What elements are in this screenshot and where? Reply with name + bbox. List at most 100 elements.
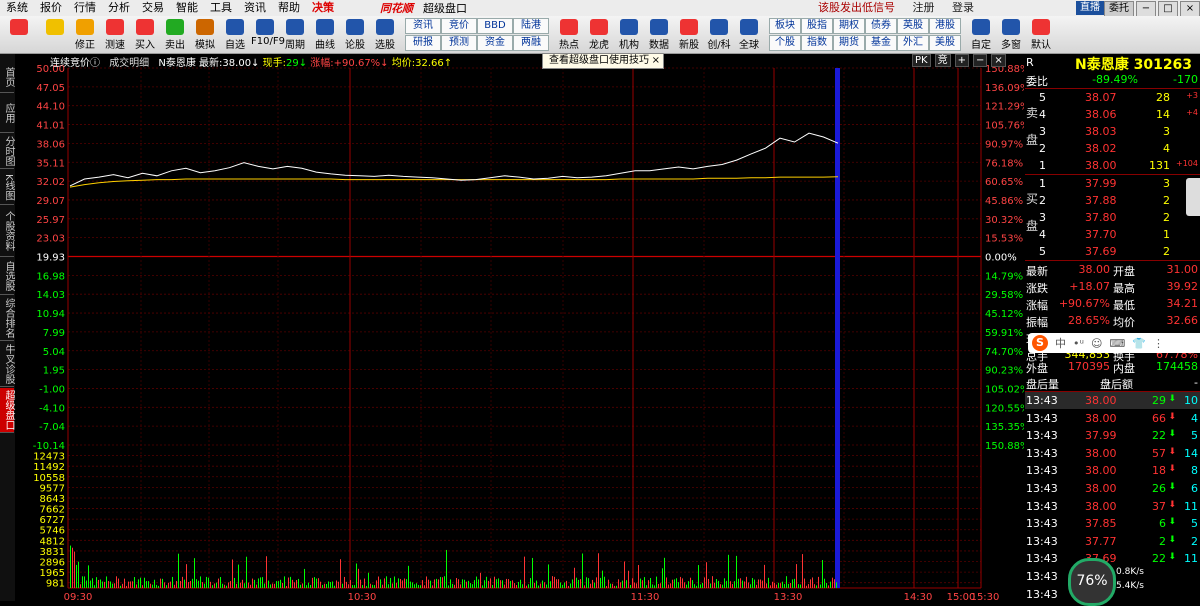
- ask-price[interactable]: 38.03: [1085, 125, 1117, 138]
- left-tab-4[interactable]: 个股资料: [0, 206, 14, 257]
- tip-close-icon[interactable]: ×: [652, 54, 660, 68]
- left-tab-1[interactable]: 应用: [0, 94, 14, 133]
- toolbar-button-mid-1[interactable]: 龙虎: [585, 19, 613, 51]
- menu-item-4[interactable]: 交易: [136, 0, 170, 16]
- toolbar-button-main-5[interactable]: 卖出: [161, 19, 189, 51]
- grid-top-0[interactable]: 资讯: [405, 18, 441, 34]
- time-cursor[interactable]: [835, 68, 840, 588]
- ime-toolbar[interactable]: S 中 •ᵘ ☺ ⌨ 👕 ⋮: [1028, 333, 1200, 353]
- bid-price[interactable]: 37.80: [1085, 211, 1117, 224]
- grid2-top-0[interactable]: 板块: [769, 18, 801, 34]
- toolbar-button-main-9[interactable]: 周期: [281, 19, 309, 51]
- auction-button[interactable]: 竞: [934, 54, 951, 67]
- grid2-bottom-5[interactable]: 美股: [929, 35, 961, 51]
- minimize-icon[interactable]: −: [1136, 1, 1156, 17]
- grid2-bottom-0[interactable]: 个股: [769, 35, 801, 51]
- close-icon[interactable]: ×: [1180, 1, 1200, 17]
- menu-item-9[interactable]: 决策: [306, 0, 340, 16]
- left-tab-5[interactable]: 自选股: [0, 258, 14, 295]
- left-tab-7[interactable]: 牛叉诊股: [0, 342, 14, 387]
- ime-item-0[interactable]: 中: [1055, 335, 1066, 351]
- toolbar-button-mid-3[interactable]: 数据: [645, 19, 673, 51]
- menu-item-8[interactable]: 帮助: [272, 0, 306, 16]
- toolbar-button-main-1[interactable]: [41, 19, 69, 36]
- menu-item-3[interactable]: 分析: [102, 0, 136, 16]
- toolbar-button-right-2[interactable]: 默认: [1027, 19, 1055, 51]
- menu-item-0[interactable]: 系统: [0, 0, 34, 16]
- grid2-top-3[interactable]: 债券: [865, 18, 897, 34]
- menu-item-7[interactable]: 资讯: [238, 0, 272, 16]
- left-tab-2[interactable]: 分时图: [0, 134, 14, 169]
- usage-tip-banner[interactable]: 查看超级盘口使用技巧 ×: [542, 53, 664, 69]
- grid-top-1[interactable]: 竞价: [441, 18, 477, 34]
- toolbar-button-main-11[interactable]: 论股: [341, 19, 369, 51]
- ime-item-2[interactable]: ☺: [1091, 337, 1102, 350]
- toolbar-button-main-2[interactable]: 修正: [71, 19, 99, 51]
- deal-detail-link[interactable]: 成交明细: [109, 58, 149, 69]
- bid-price[interactable]: 37.88: [1085, 194, 1117, 207]
- toolbar-button-mid-2[interactable]: 机构: [615, 19, 643, 51]
- grid-bottom-1[interactable]: 预测: [441, 35, 477, 51]
- ime-item-1[interactable]: •ᵘ: [1073, 337, 1084, 350]
- ask-price[interactable]: 38.02: [1085, 142, 1117, 155]
- ime-item-5[interactable]: ⋮: [1153, 337, 1164, 350]
- ask-price[interactable]: 38.00: [1085, 159, 1117, 172]
- toolbar-button-main-3[interactable]: 测速: [101, 19, 129, 51]
- grid-bottom-2[interactable]: 资金: [477, 35, 513, 51]
- toolbar-button-mid-6[interactable]: 全球: [735, 19, 763, 51]
- memory-gauge[interactable]: 76%: [1068, 558, 1116, 606]
- toolbar-button-main-6[interactable]: 模拟: [191, 19, 219, 51]
- side-expand-icon[interactable]: [1186, 178, 1200, 216]
- grid2-bottom-2[interactable]: 期货: [833, 35, 865, 51]
- ask-price[interactable]: 38.07: [1085, 91, 1117, 104]
- bid-price[interactable]: 37.99: [1085, 177, 1117, 190]
- toolbar-button-mid-0[interactable]: 热点: [555, 19, 583, 51]
- menu-item-2[interactable]: 行情: [68, 0, 102, 16]
- menu-item-1[interactable]: 报价: [34, 0, 68, 16]
- ime-item-4[interactable]: 👕: [1132, 337, 1146, 350]
- signal-notice[interactable]: 该股发出低信号: [818, 1, 895, 14]
- grid2-top-4[interactable]: 英股: [897, 18, 929, 34]
- toolbar-button-right-0[interactable]: 自定: [967, 19, 995, 51]
- grid2-bottom-3[interactable]: 基金: [865, 35, 897, 51]
- live-button[interactable]: 直播: [1076, 1, 1104, 15]
- toolbar-button-main-8[interactable]: F10/F9: [251, 19, 285, 47]
- left-tab-6[interactable]: 综合排名: [0, 296, 14, 341]
- toolbar-button-main-7[interactable]: 自选: [221, 19, 249, 51]
- intraday-chart[interactable]: 50.00150.88%47.05136.09%44.10121.29%41.0…: [16, 54, 1024, 601]
- left-tab-8[interactable]: 超级盘口: [0, 388, 14, 433]
- toolbar-button-right-1[interactable]: 多窗: [997, 19, 1025, 51]
- grid-top-2[interactable]: BBD: [477, 18, 513, 34]
- left-tab-3[interactable]: K线图: [0, 170, 14, 205]
- toolbar-button-mid-4[interactable]: 新股: [675, 19, 703, 51]
- toolbar-button-main-4[interactable]: 买入: [131, 19, 159, 51]
- ime-logo-icon[interactable]: S: [1032, 335, 1048, 351]
- bid-price[interactable]: 37.70: [1085, 228, 1117, 241]
- toolbar-button-main-12[interactable]: 选股: [371, 19, 399, 51]
- toolbar-button-main-10[interactable]: 曲线: [311, 19, 339, 51]
- toolbar-button-mid-5[interactable]: 创/科: [705, 19, 733, 51]
- grid2-bottom-4[interactable]: 外汇: [897, 35, 929, 51]
- grid2-bottom-1[interactable]: 指数: [801, 35, 833, 51]
- menu-item-5[interactable]: 智能: [170, 0, 204, 16]
- pk-button[interactable]: PK: [912, 54, 931, 67]
- toolbar-button-main-0[interactable]: [5, 19, 33, 36]
- grid-bottom-0[interactable]: 研报: [405, 35, 441, 51]
- register-link[interactable]: 注册: [913, 1, 935, 14]
- bid-price[interactable]: 37.69: [1085, 245, 1117, 258]
- ime-item-3[interactable]: ⌨: [1109, 337, 1125, 350]
- grid2-top-5[interactable]: 港股: [929, 18, 961, 34]
- grid-bottom-3[interactable]: 两融: [513, 35, 549, 51]
- grid2-top-2[interactable]: 期权: [833, 18, 865, 34]
- left-tab-0[interactable]: 首页: [0, 62, 14, 93]
- auction-label[interactable]: 连续竞价ⓘ: [50, 58, 100, 69]
- maximize-icon[interactable]: □: [1158, 1, 1178, 17]
- login-link[interactable]: 登录: [952, 1, 974, 14]
- zoom-in-icon[interactable]: +: [954, 54, 969, 67]
- grid2-top-1[interactable]: 股指: [801, 18, 833, 34]
- order-button[interactable]: 委托: [1104, 1, 1134, 17]
- chart-close-icon[interactable]: ×: [991, 54, 1006, 67]
- ask-price[interactable]: 38.06: [1085, 108, 1117, 121]
- zoom-out-icon[interactable]: −: [972, 54, 988, 67]
- grid-top-3[interactable]: 陆港: [513, 18, 549, 34]
